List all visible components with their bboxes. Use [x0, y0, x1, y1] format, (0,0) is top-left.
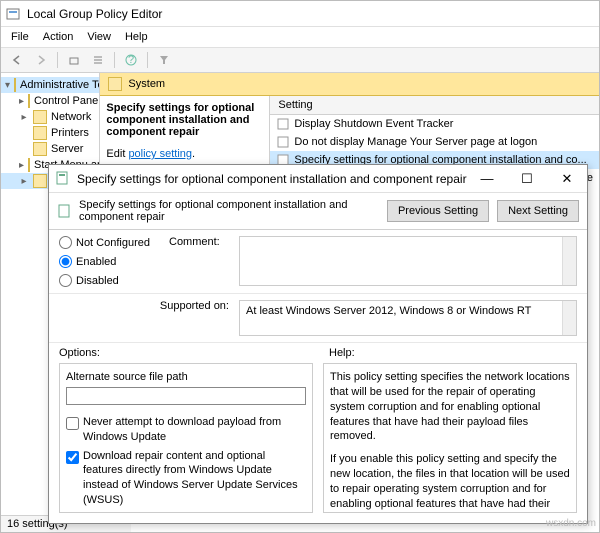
tree-node-admin-templates[interactable]: ▾Administrative Templates: [1, 77, 99, 93]
titlebar: Local Group Policy Editor: [1, 1, 599, 27]
alt-path-input[interactable]: [66, 387, 306, 405]
tree-node-printers[interactable]: Printers: [1, 125, 99, 141]
scrollbar[interactable]: [562, 301, 576, 335]
filter-icon[interactable]: [154, 50, 174, 70]
path-bar: System: [100, 73, 599, 96]
list-icon[interactable]: [88, 50, 108, 70]
folder-icon: [28, 94, 30, 108]
policy-icon: [57, 204, 71, 218]
help-pane: This policy setting specifies the networ…: [323, 363, 577, 513]
close-button[interactable]: ✕: [547, 165, 587, 193]
folder-icon: [33, 174, 47, 188]
window-title: Local Group Policy Editor: [27, 7, 595, 21]
help-label: Help:: [329, 347, 355, 359]
policy-icon: [276, 117, 290, 131]
radio-not-configured[interactable]: Not Configured: [59, 236, 159, 249]
options-label: Options:: [59, 347, 329, 359]
state-radios: Not Configured Enabled Disabled: [59, 236, 159, 287]
folder-icon: [33, 142, 47, 156]
policy-icon: [276, 135, 290, 149]
dialog-title: Specify settings for optional component …: [77, 172, 467, 186]
checkbox-never-download[interactable]: [66, 417, 79, 430]
radio-disabled[interactable]: Disabled: [59, 274, 159, 287]
up-icon[interactable]: [64, 50, 84, 70]
list-item[interactable]: Display Shutdown Event Tracker: [270, 115, 599, 133]
tree-node-server[interactable]: Server: [1, 141, 99, 157]
minimize-button[interactable]: —: [467, 165, 507, 193]
supported-label: Supported on:: [59, 300, 229, 312]
help-icon[interactable]: ?: [121, 50, 141, 70]
watermark: wsxdn.com: [546, 518, 596, 529]
next-setting-button[interactable]: Next Setting: [497, 200, 579, 222]
alt-path-label: Alternate source file path: [66, 370, 306, 385]
setting-heading: Specify settings for optional component …: [106, 102, 254, 138]
tree-node-control-panel[interactable]: ▸Control Panel: [1, 93, 99, 109]
policy-dialog: Specify settings for optional component …: [48, 164, 588, 524]
path-label: System: [128, 78, 165, 90]
maximize-button[interactable]: ☐: [507, 165, 547, 193]
folder-icon: [33, 126, 47, 140]
previous-setting-button[interactable]: Previous Setting: [387, 200, 489, 222]
svg-text:?: ?: [128, 54, 134, 66]
comment-textarea[interactable]: [239, 236, 577, 286]
menu-help[interactable]: Help: [119, 29, 154, 45]
folder-icon: [33, 110, 47, 124]
list-header[interactable]: Setting: [270, 96, 599, 115]
supported-text: At least Windows Server 2012, Windows 8 …: [239, 300, 577, 336]
app-icon: [5, 6, 21, 22]
back-icon[interactable]: [7, 50, 27, 70]
comment-label: Comment:: [169, 236, 229, 287]
folder-icon: [14, 78, 16, 92]
edit-policy-link[interactable]: policy setting: [128, 148, 192, 160]
dialog-subtitle: Specify settings for optional component …: [79, 199, 379, 223]
list-item[interactable]: Do not display Manage Your Server page a…: [270, 133, 599, 151]
menu-view[interactable]: View: [81, 29, 117, 45]
folder-icon: [28, 158, 30, 172]
options-pane: Alternate source file path Never attempt…: [59, 363, 313, 513]
dialog-titlebar: Specify settings for optional component …: [49, 165, 587, 193]
radio-enabled[interactable]: Enabled: [59, 255, 159, 268]
menubar: File Action View Help: [1, 27, 599, 48]
checkbox-wsus[interactable]: [66, 451, 79, 464]
forward-icon[interactable]: [31, 50, 51, 70]
dialog-subheader: Specify settings for optional component …: [49, 193, 587, 230]
menu-action[interactable]: Action: [37, 29, 80, 45]
menu-file[interactable]: File: [5, 29, 35, 45]
scrollbar[interactable]: [562, 237, 576, 285]
toolbar: ?: [1, 48, 599, 73]
tree-node-network[interactable]: ▸Network: [1, 109, 99, 125]
folder-icon: [108, 77, 122, 91]
policy-icon: [55, 171, 71, 187]
